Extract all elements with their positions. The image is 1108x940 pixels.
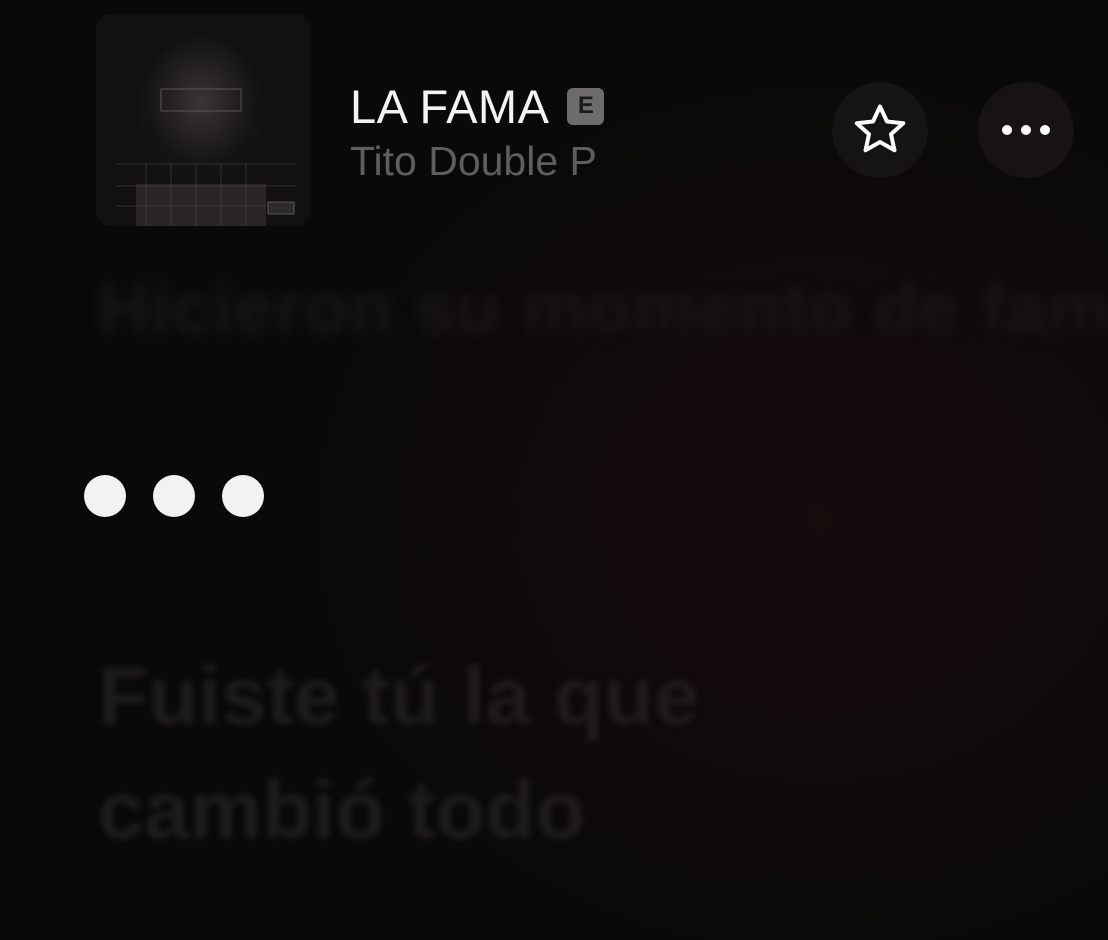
favorite-button[interactable]	[832, 82, 928, 178]
album-artwork-image	[96, 14, 310, 226]
album-artwork[interactable]	[96, 14, 310, 226]
title-row: LA FAMA E	[350, 78, 605, 134]
artist-name[interactable]: Tito Double P	[350, 138, 597, 185]
lyric-dot	[222, 475, 264, 517]
song-title[interactable]: LA FAMA	[350, 79, 549, 134]
lyric-dot	[153, 475, 195, 517]
ellipsis-icon	[1002, 125, 1050, 135]
instrumental-dots	[84, 475, 264, 517]
explicit-badge: E	[567, 87, 605, 125]
star-icon	[854, 104, 906, 153]
lyric-dot	[84, 475, 126, 517]
previous-lyric-line[interactable]: Hicieron su momento de fama	[98, 268, 1108, 350]
more-options-button[interactable]	[978, 82, 1074, 178]
next-lyric-line[interactable]: Fuiste tú la que cambió todo	[98, 640, 918, 868]
